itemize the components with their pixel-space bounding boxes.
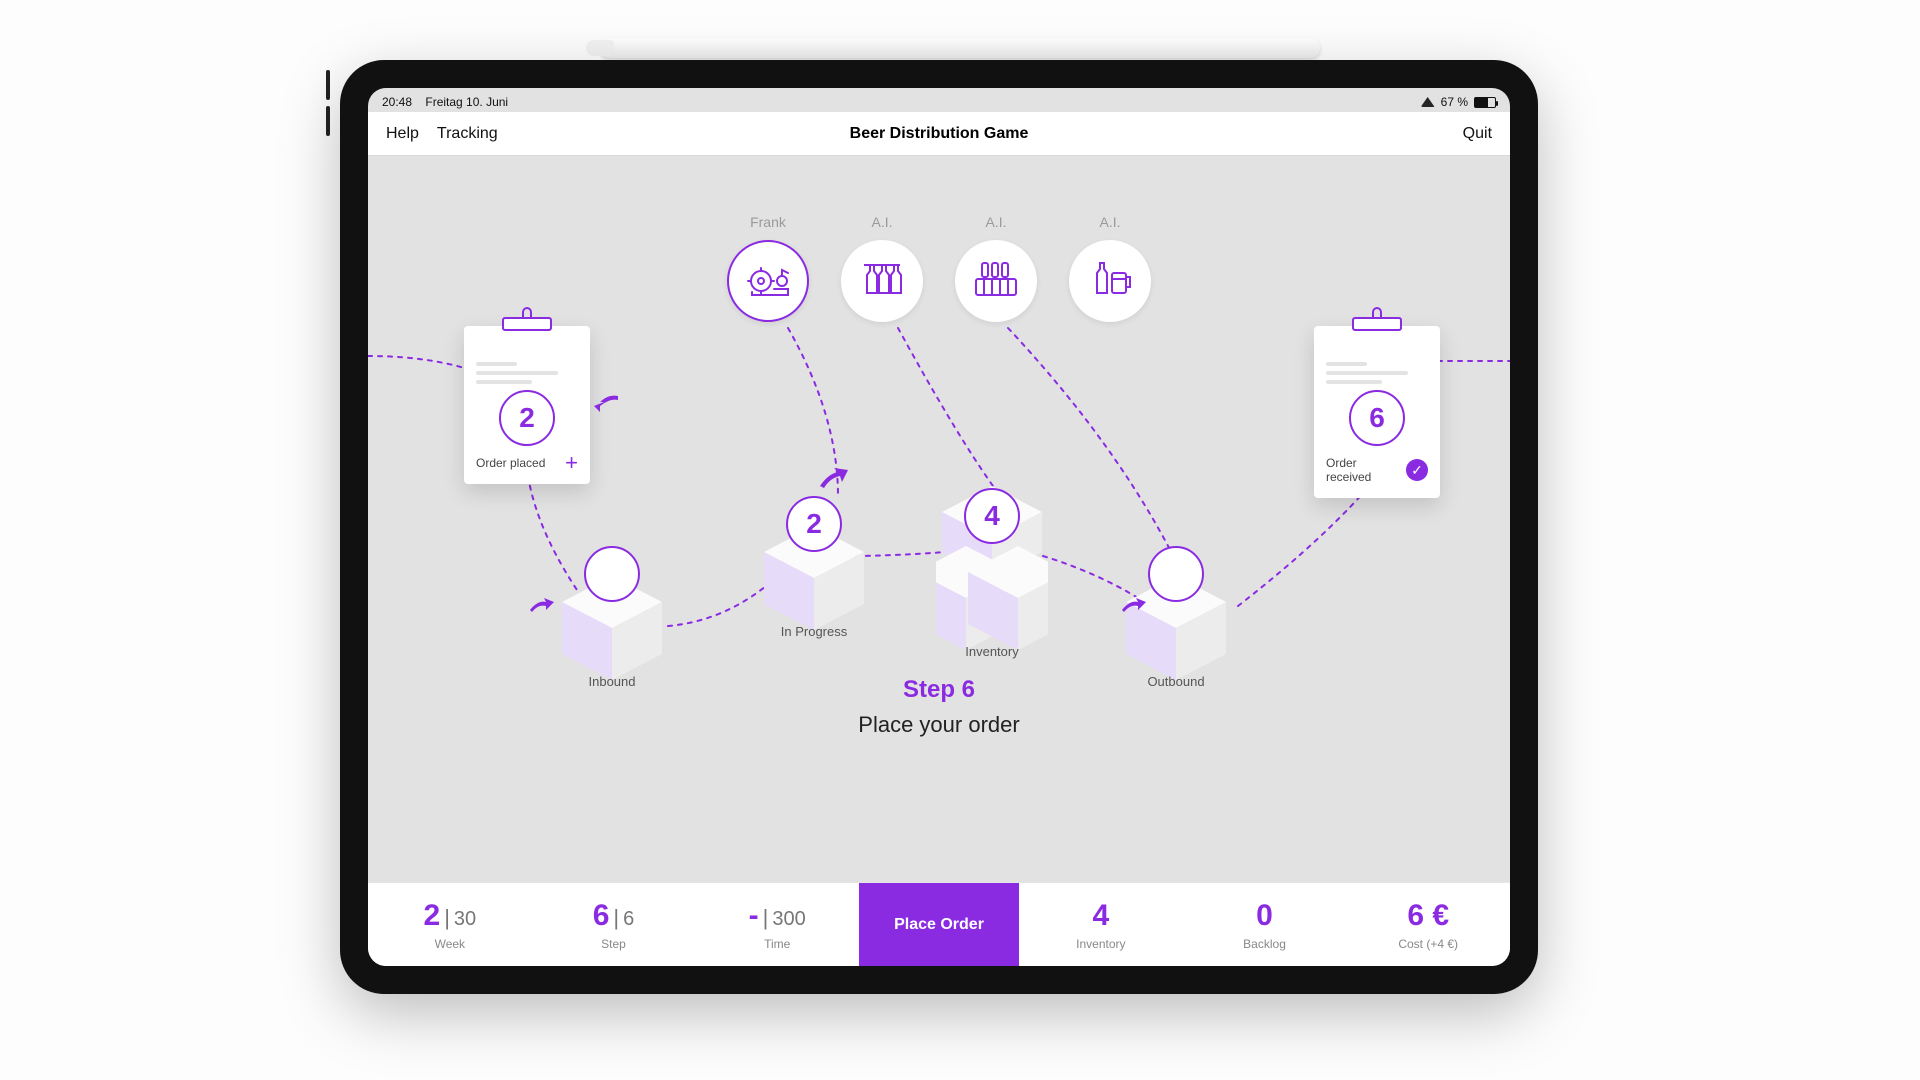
arrow-right-icon <box>1120 596 1146 616</box>
arrow-left-icon <box>594 392 620 414</box>
role-label: Frank <box>750 214 786 230</box>
week-label: Week <box>435 937 465 951</box>
order-received-value: 6 <box>1349 390 1405 446</box>
battery-pct: 67 % <box>1441 95 1468 109</box>
backlog-label: Backlog <box>1243 937 1286 951</box>
step-number: Step 6 <box>858 676 1019 704</box>
placeholder-lines <box>476 362 578 384</box>
order-received-card: 6 Order received ✓ <box>1314 326 1440 498</box>
inprogress-value: 2 <box>786 496 842 552</box>
role-retailer[interactable]: A.I. <box>1069 214 1151 322</box>
inventory-bottom-value: 4 <box>1093 899 1110 933</box>
factory-icon <box>744 259 792 304</box>
role-label: A.I. <box>1099 214 1120 230</box>
wifi-icon <box>1421 97 1435 107</box>
cost-label: Cost (+4 €) <box>1398 937 1458 951</box>
role-wholesaler[interactable]: A.I. <box>955 214 1037 322</box>
metric-time: -|300 Time <box>695 883 859 966</box>
outbound-cube: Outbound <box>1120 556 1232 684</box>
ipad-frame: 20:48 Freitag 10. Juni 67 % Help Trackin… <box>340 60 1538 994</box>
metric-step: 6|6 Step <box>532 883 696 966</box>
status-time: 20:48 <box>382 95 412 109</box>
role-label: A.I. <box>871 214 892 230</box>
inventory-label: Inventory <box>965 644 1018 659</box>
metric-week: 2|30 Week <box>368 883 532 966</box>
inbound-value <box>584 546 640 602</box>
inbound-cube: Inbound <box>556 556 668 684</box>
inprogress-label: In Progress <box>781 624 847 639</box>
app-title: Beer Distribution Game <box>755 125 1124 143</box>
bottle-mug-icon <box>1086 259 1134 304</box>
order-placed-card[interactable]: 2 Order placed + <box>464 326 590 484</box>
order-placed-value: 2 <box>499 390 555 446</box>
outbound-label: Outbound <box>1147 674 1204 689</box>
metric-inventory: 4 Inventory <box>1019 883 1183 966</box>
step-label: Step <box>601 937 626 951</box>
volume-down-button <box>326 106 330 136</box>
metric-backlog: 0 Backlog <box>1183 883 1347 966</box>
bottles-hanging-icon <box>858 259 906 304</box>
clipboard-icon <box>493 306 561 332</box>
help-link[interactable]: Help <box>386 125 419 143</box>
battery-icon <box>1474 97 1496 108</box>
week-max: 30 <box>454 908 476 931</box>
time-value: - <box>749 899 759 933</box>
week-value: 2 <box>424 899 441 933</box>
role-row: Frank A.I. A.I. <box>727 214 1151 322</box>
order-received-label: Order received <box>1326 456 1371 484</box>
tracking-link[interactable]: Tracking <box>437 125 498 143</box>
role-label: A.I. <box>985 214 1006 230</box>
inventory-cube: 4 Inventory <box>936 486 1048 614</box>
check-icon: ✓ <box>1406 459 1428 481</box>
nav-bar: Help Tracking Beer Distribution Game Qui… <box>368 112 1510 156</box>
cost-value: 6 € <box>1407 899 1449 933</box>
step-prompt: Place your order <box>858 712 1019 738</box>
crate-icon <box>970 259 1022 304</box>
status-bar: 20:48 Freitag 10. Juni 67 % <box>368 88 1510 112</box>
inprogress-cube: 2 In Progress <box>758 506 870 634</box>
time-label: Time <box>764 937 790 951</box>
place-order-button[interactable]: Place Order <box>859 883 1019 966</box>
status-date: Freitag 10. Juni <box>425 95 508 109</box>
bottom-bar: 2|30 Week 6|6 Step -|300 Time Place Orde… <box>368 882 1510 966</box>
role-factory[interactable]: Frank <box>727 214 809 322</box>
clipboard-icon <box>1343 306 1411 332</box>
plus-icon[interactable]: + <box>565 456 578 470</box>
step-heading: Step 6 Place your order <box>858 676 1019 738</box>
backlog-value: 0 <box>1256 899 1273 933</box>
placeholder-lines <box>1326 362 1428 384</box>
inventory-value: 4 <box>964 488 1020 544</box>
arrow-right-icon <box>528 596 554 616</box>
step-value: 6 <box>593 899 610 933</box>
volume-up-button <box>326 70 330 100</box>
order-placed-label: Order placed <box>476 456 545 470</box>
arrow-up-right-icon <box>818 466 848 490</box>
inventory-bottom-label: Inventory <box>1076 937 1125 951</box>
role-distributor[interactable]: A.I. <box>841 214 923 322</box>
inbound-label: Inbound <box>589 674 636 689</box>
outbound-value <box>1148 546 1204 602</box>
step-max: 6 <box>623 908 634 931</box>
apple-pencil <box>600 38 1320 58</box>
quit-link[interactable]: Quit <box>1463 125 1492 142</box>
time-max: 300 <box>772 908 805 931</box>
metric-cost: 6 € Cost (+4 €) <box>1346 883 1510 966</box>
